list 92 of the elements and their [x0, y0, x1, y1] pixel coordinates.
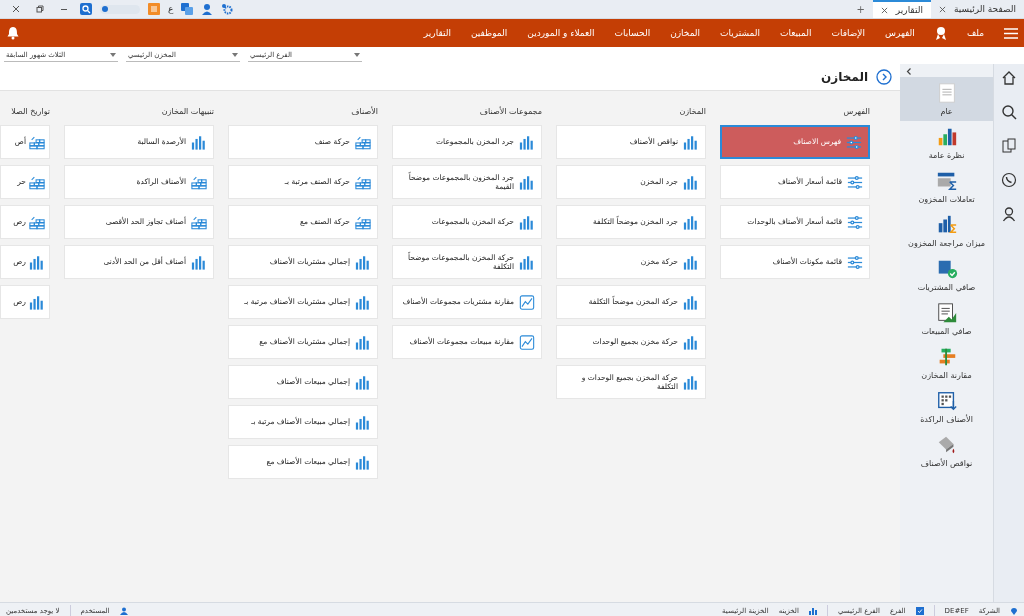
- language-toggle[interactable]: ع: [168, 4, 174, 14]
- sidebar-item[interactable]: مقارنة المخازن: [900, 341, 993, 385]
- column-heading: تنبيهات المخازن: [160, 105, 214, 118]
- bar-chart-icon: [355, 294, 371, 310]
- bar-chart-icon: [808, 607, 817, 615]
- sidebar-item[interactable]: صافي المبيعات: [900, 297, 993, 341]
- bar-chart-icon: [519, 174, 535, 190]
- sidebar-item[interactable]: عام: [900, 77, 993, 121]
- bricks-icon: [191, 174, 207, 190]
- search-icon[interactable]: [1001, 104, 1017, 120]
- caret-icon: [354, 53, 360, 57]
- search-icon[interactable]: [80, 3, 92, 15]
- menu-item[interactable]: المخازن: [670, 28, 701, 38]
- menu-item[interactable]: ملف: [966, 28, 984, 38]
- sidebar-item[interactable]: نواقص الأصناف: [900, 429, 993, 473]
- bar-chart-icon: [191, 134, 207, 150]
- menu-item[interactable]: الفهرس: [884, 28, 915, 38]
- bricks-icon: [355, 174, 371, 190]
- page-title: المخازن: [821, 70, 868, 84]
- bricks-icon: [355, 134, 371, 150]
- bar-chart-icon: [355, 374, 371, 390]
- document-chart-icon: [935, 302, 958, 324]
- sidebar-item[interactable]: الأصناف الراكدة: [900, 385, 993, 429]
- documents-icon[interactable]: [1001, 138, 1017, 154]
- column-heading: الأصناف: [350, 105, 378, 118]
- sliders-icon: [847, 254, 863, 270]
- toggle-switch[interactable]: [100, 4, 140, 14]
- bar-chart-icon: [519, 254, 535, 270]
- sidebar-item[interactable]: تعاملات المخزون: [900, 165, 993, 209]
- menu-item[interactable]: الموظفين: [470, 28, 508, 38]
- bricks-icon: [191, 214, 207, 230]
- menu-item[interactable]: المشتريات: [720, 28, 760, 38]
- bar-chart-icon: [683, 254, 699, 270]
- menu-icon[interactable]: [1004, 27, 1018, 39]
- line-chart-icon: [519, 294, 535, 310]
- column-heading: مجموعات الأصناف: [478, 105, 542, 118]
- check-icon: [916, 607, 923, 615]
- home-icon[interactable]: [1001, 70, 1017, 86]
- phone-chat-icon[interactable]: [1001, 172, 1017, 188]
- bar-chart-icon: [355, 334, 371, 350]
- bar-chart-icon: [683, 294, 699, 310]
- column-heading: المخازن: [678, 105, 706, 118]
- translate-icon[interactable]: [181, 3, 194, 15]
- sliders-icon: [846, 134, 862, 150]
- bar-chart-icon: [355, 454, 371, 470]
- branch-checkbox[interactable]: [915, 607, 924, 615]
- bricks-icon: [355, 214, 371, 230]
- sidebar-item[interactable]: نظرة عامة: [900, 121, 993, 165]
- bar-chart-icon: [519, 214, 535, 230]
- bar-chart-icon: [683, 214, 699, 230]
- user-icon: [119, 607, 128, 615]
- sidebar-item[interactable]: صافي المشتريات: [900, 253, 993, 297]
- restore-icon[interactable]: [36, 5, 44, 13]
- table-sum-icon: [935, 170, 958, 192]
- sliders-icon: [847, 174, 863, 190]
- bar-chart-icon: [683, 374, 699, 390]
- menu-item[interactable]: الحسابات: [614, 28, 651, 38]
- bricks-icon: [29, 174, 45, 190]
- tab[interactable]: التقارير: [872, 0, 931, 18]
- bar-chart-icon: [355, 414, 371, 430]
- sliders-icon: [847, 214, 863, 230]
- menu-item[interactable]: المبيعات: [780, 28, 812, 38]
- close-icon[interactable]: [12, 5, 20, 13]
- bar-chart-icon: [683, 334, 699, 350]
- location-pin-icon: [1010, 607, 1018, 615]
- line-chart-icon: [519, 334, 535, 350]
- ribbon-icon: [934, 26, 947, 40]
- bar-chart-icon: [29, 254, 45, 270]
- bar-chart-icon: [355, 254, 371, 270]
- forward-icon[interactable]: [876, 69, 892, 85]
- column-heading: الفهرس: [842, 105, 870, 118]
- menu-item[interactable]: الإضافات: [831, 28, 865, 38]
- bar-chart-icon: [191, 254, 207, 270]
- bricks-icon: [29, 134, 45, 150]
- bar-chart-icon: [519, 134, 535, 150]
- tab[interactable]: الصفحة الرئيسية: [930, 0, 1024, 18]
- caret-icon: [110, 53, 116, 57]
- menu-item[interactable]: العملاء و الموردين: [527, 28, 595, 38]
- close-icon[interactable]: [880, 6, 888, 14]
- new-tab-button[interactable]: +: [848, 0, 873, 18]
- menu-item[interactable]: التقارير: [423, 28, 451, 38]
- column-heading: تواريخ الصلا: [10, 105, 50, 118]
- bar-chart-icon: [683, 134, 699, 150]
- bar-chart-icon: [29, 294, 45, 310]
- grid-download-icon: [935, 390, 958, 412]
- caret-icon: [232, 53, 238, 57]
- close-icon[interactable]: [938, 5, 946, 13]
- user-icon[interactable]: [1001, 206, 1017, 222]
- bricks-icon: [29, 214, 45, 230]
- bell-icon[interactable]: [6, 26, 20, 40]
- sidebar-item[interactable]: ميزان مراجعة المخزون: [900, 209, 993, 253]
- bar-chart-icon: [683, 174, 699, 190]
